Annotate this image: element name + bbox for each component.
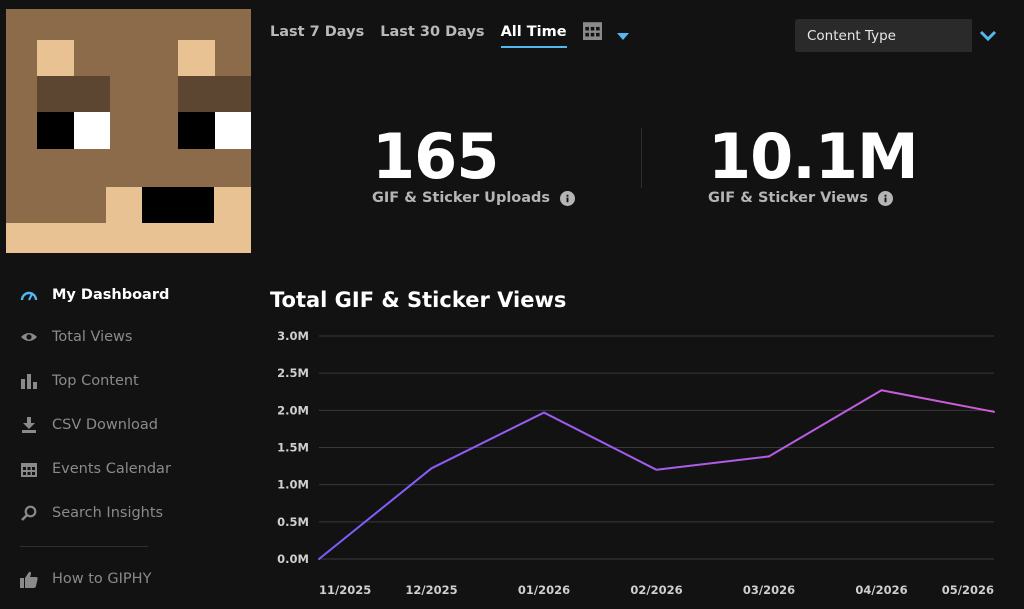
content-type-label: Content Type [807,27,896,44]
sidebar-item-top-content[interactable]: Top Content [18,363,139,399]
x-tick-label: 04/2026 [855,583,907,597]
x-tick-label: 01/2026 [518,583,570,597]
sidebar-item-search-insights[interactable]: Search Insights [18,495,163,531]
sidebar-item-my-dashboard[interactable]: My Dashboard [18,277,169,313]
y-tick-label: 0.5M [277,515,309,529]
caret-down-icon[interactable] [616,18,630,45]
sidebar-item-label: How to GIPHY [52,571,152,587]
tab-all-time[interactable]: All Time [500,18,567,48]
info-icon[interactable] [877,190,893,206]
chart-title: Total GIF & Sticker Views [270,288,567,312]
sidebar-item-label: CSV Download [52,417,158,433]
views-stat: 10.1M GIF & Sticker Views [708,120,919,207]
x-tick-label: 03/2026 [743,583,795,597]
x-tick-label: 02/2026 [630,583,682,597]
stat-divider [641,128,642,188]
sidebar-item-csv-download[interactable]: CSV Download [18,407,158,443]
sidebar-divider [20,546,148,547]
gauge-icon [18,284,40,306]
views-line-chart: 0.0M 0.5M 1.0M 1.5M 2.0M 2.5M 3.0M 11/2025 12/2… [262,322,1002,607]
x-tick-label: 12/2025 [405,583,457,597]
views-label-row: GIF & Sticker Views [708,190,918,206]
x-tick-label: 05/2026 [942,583,994,597]
uploads-label-row: GIF & Sticker Uploads [372,190,576,206]
sidebar-item-total-views[interactable]: Total Views [18,319,132,355]
y-tick-label: 1.5M [277,441,309,455]
bar-chart-icon [18,370,40,392]
sidebar-item-label: Events Calendar [52,461,171,477]
data-point[interactable] [543,411,545,414]
tab-last-7-days[interactable]: Last 7 Days [270,18,364,48]
avatar [6,9,251,253]
calendar-icon [18,458,40,480]
content-type-toggle[interactable] [972,19,1004,52]
views-label: GIF & Sticker Views [708,190,868,206]
thumbs-up-icon [18,568,40,590]
uploads-count: 165 [372,120,499,193]
sidebar-item-label: Top Content [52,373,139,389]
tab-last-30-days[interactable]: Last 30 Days [380,18,484,48]
data-point[interactable] [768,455,770,458]
chart-svg: 0.0M 0.5M 1.0M 1.5M 2.0M 2.5M 3.0M 11/2025 12/2… [277,329,995,597]
sidebar-item-events-calendar[interactable]: Events Calendar [18,451,171,487]
series-line [318,389,995,560]
info-icon[interactable] [560,190,576,206]
sidebar-item-label: Search Insights [52,505,164,521]
chevron-down-icon [979,26,997,45]
sidebar-item-label: My Dashboard [52,287,170,303]
uploads-stat: 165 GIF & Sticker Uploads [372,120,576,206]
sidebar-item-how-to-giphy[interactable]: How to GIPHY [18,561,151,597]
data-point[interactable] [993,410,995,413]
data-point[interactable] [318,558,320,560]
sidebar-item-label: Total Views [52,329,133,345]
calendar-icon[interactable] [582,18,602,44]
content-type-select[interactable]: Content Type [795,19,972,52]
time-range-tabs: Last 7 Days Last 30 Days All Time [270,18,630,54]
data-point[interactable] [880,389,883,392]
x-tick-label: 11/2025 [319,583,371,597]
download-icon [18,414,40,436]
data-point[interactable] [655,468,658,471]
eye-icon [18,326,40,348]
y-tick-label: 3.0M [277,329,309,343]
y-tick-label: 0.0M [277,552,309,566]
views-count: 10.1M [708,120,919,193]
y-tick-label: 2.5M [277,366,309,380]
data-point[interactable] [430,467,433,470]
y-tick-label: 2.0M [277,403,309,417]
search-icon [18,502,40,524]
y-tick-label: 1.0M [277,478,309,492]
uploads-label: GIF & Sticker Uploads [372,190,551,206]
